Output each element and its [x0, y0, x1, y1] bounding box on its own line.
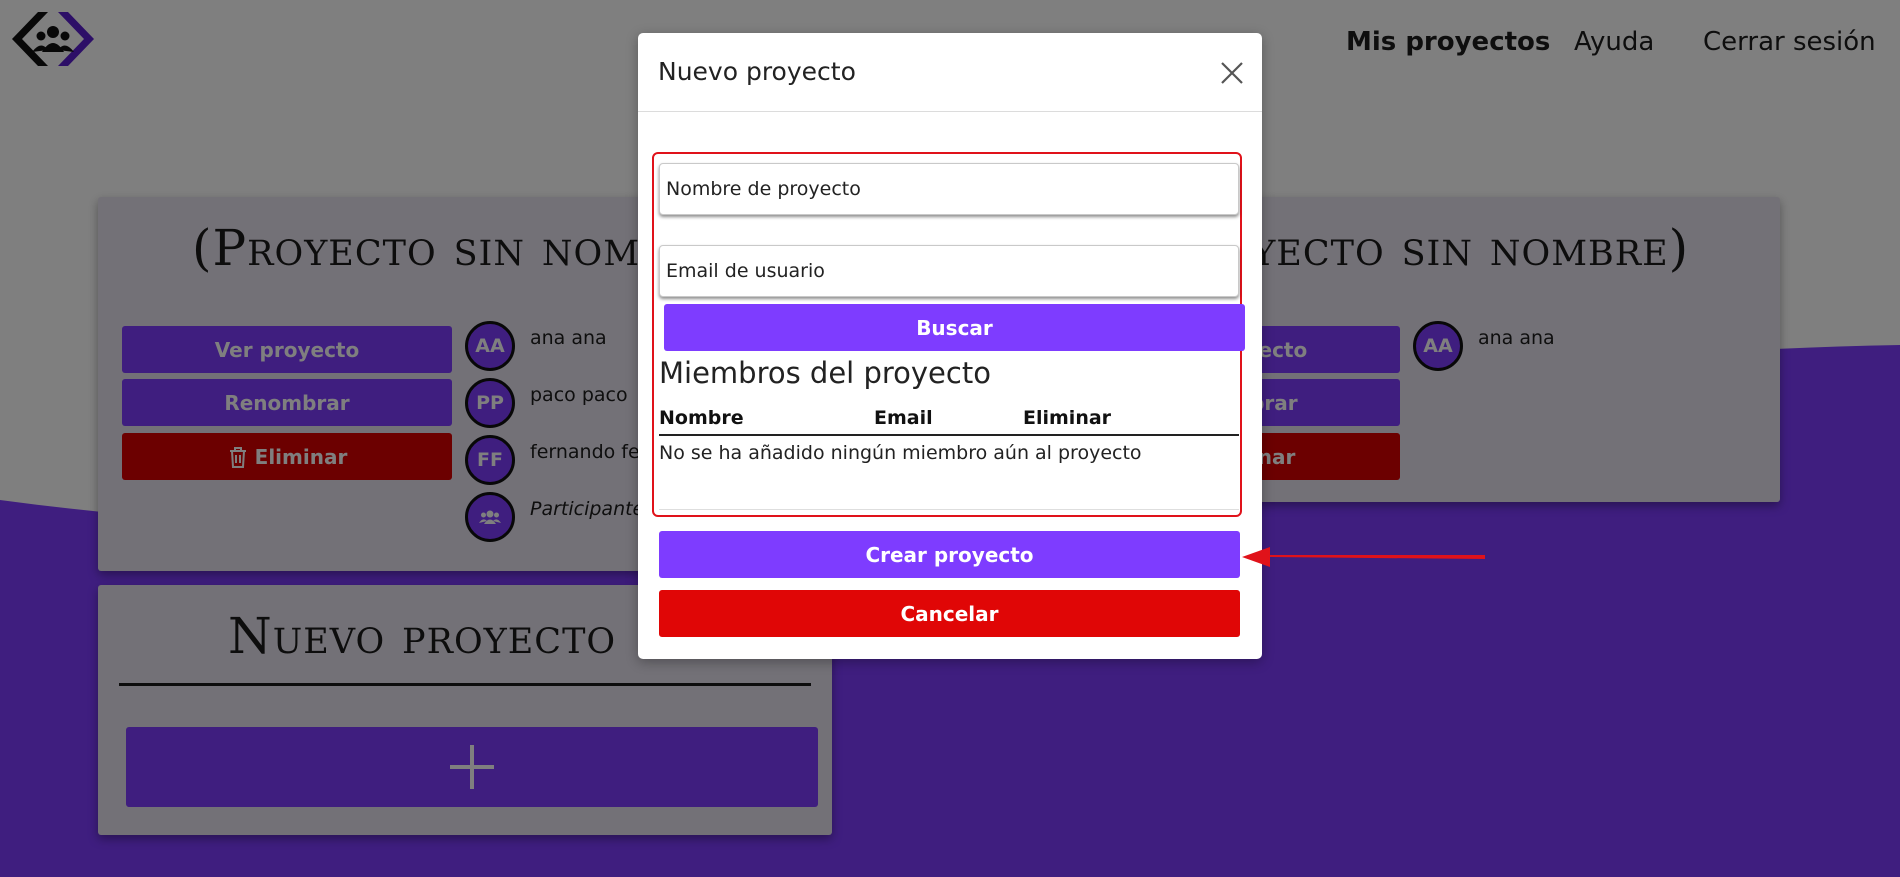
modal-header: Nuevo proyecto — [638, 33, 1262, 112]
table-header-email: Email — [874, 407, 933, 429]
divider — [659, 509, 1239, 510]
project-name-field[interactable] — [659, 163, 1239, 215]
create-project-button[interactable]: Crear proyecto — [659, 531, 1240, 578]
table-header-divider — [659, 434, 1239, 436]
table-header-eliminar: Eliminar — [1023, 407, 1112, 429]
new-project-modal: Nuevo proyecto Buscar Miembros del proye… — [638, 33, 1262, 659]
user-email-field[interactable] — [659, 245, 1239, 297]
close-icon[interactable] — [1214, 55, 1250, 91]
table-header-nombre: Nombre — [659, 407, 744, 429]
annotation-arrow-icon — [1242, 547, 1485, 567]
empty-members-message: No se ha añadido ningún miembro aún al p… — [659, 442, 1142, 464]
search-button[interactable]: Buscar — [664, 304, 1245, 351]
modal-title: Nuevo proyecto — [658, 57, 856, 86]
cancel-button[interactable]: Cancelar — [659, 590, 1240, 637]
members-section-title: Miembros del proyecto — [659, 356, 991, 390]
